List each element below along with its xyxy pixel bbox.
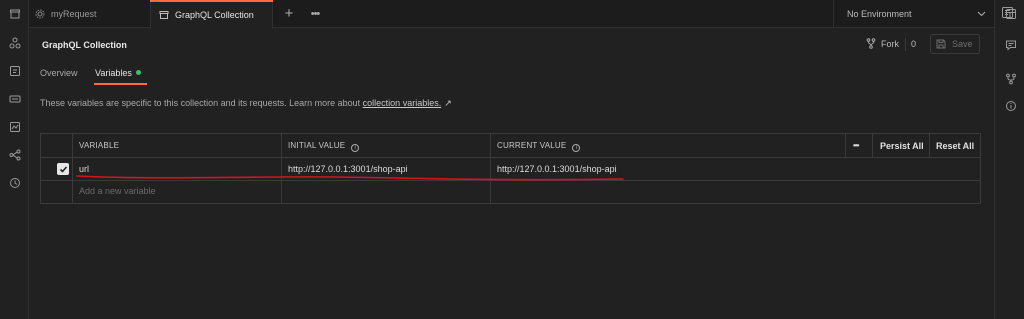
environments-icon[interactable] — [7, 63, 22, 78]
fork-label: Fork — [881, 38, 899, 49]
save-button[interactable]: Save — [930, 34, 980, 54]
mock-servers-icon[interactable] — [7, 91, 22, 106]
unsaved-indicator — [135, 70, 141, 75]
description-text: These variables are specific to this col… — [40, 98, 363, 108]
variables-description: These variables are specific to this col… — [40, 98, 452, 109]
info-icon[interactable]: i — [351, 144, 360, 152]
environment-select[interactable]: No Environment — [833, 0, 994, 28]
divider — [905, 38, 906, 51]
settings-gear-icon — [35, 9, 45, 19]
checkmark-icon — [59, 165, 67, 173]
comments-icon[interactable] — [1003, 37, 1018, 52]
new-tab-button[interactable]: + — [281, 6, 297, 22]
save-label: Save — [952, 39, 973, 49]
current-value-header-label: CURRENT VALUE — [497, 141, 567, 150]
add-variable-input[interactable]: Add a new variable — [79, 186, 156, 196]
apis-icon[interactable] — [7, 35, 22, 50]
initial-value-header: INITIAL VALUE i — [288, 141, 360, 152]
collections-icon[interactable] — [7, 6, 22, 21]
tab-my-request[interactable]: myRequest — [35, 0, 150, 28]
fork-button[interactable]: Fork — [866, 38, 899, 49]
right-sidebar — [994, 0, 1024, 319]
initial-value-header-label: INITIAL VALUE — [288, 141, 346, 150]
tab-graphql-collection[interactable]: GraphQL Collection — [150, 0, 273, 29]
fork-count: 0 — [911, 39, 917, 49]
monitors-icon[interactable] — [7, 119, 22, 134]
tab-bar: myRequest GraphQL Collection + ••• No En… — [29, 0, 994, 29]
tab-variables[interactable]: Variables — [94, 68, 147, 85]
persist-all-button[interactable]: Persist All — [880, 141, 924, 151]
info-panel-icon[interactable] — [1003, 98, 1018, 113]
variables-table: VARIABLE INITIAL VALUE i CURRENT VALUE i •… — [40, 133, 981, 204]
save-icon — [936, 39, 946, 49]
info-icon[interactable]: i — [572, 144, 581, 152]
collection-header: GraphQL Collection Fork 0 Save — [29, 28, 994, 62]
collection-icon — [159, 10, 169, 20]
variable-header: VARIABLE — [79, 141, 120, 150]
external-link-icon: ↗ — [444, 98, 452, 108]
flows-icon[interactable] — [7, 147, 22, 162]
tab-my-request-label: myRequest — [51, 9, 97, 19]
annotation-underline — [76, 175, 624, 181]
left-sidebar — [0, 0, 29, 319]
environment-quick-look-icon[interactable] — [1001, 6, 1014, 22]
chevron-down-icon — [977, 9, 986, 20]
environment-select-value: No Environment — [847, 9, 912, 19]
current-value-header: CURRENT VALUE i — [497, 141, 581, 152]
row-checkbox[interactable] — [57, 163, 69, 175]
tab-variables-label: Variables — [95, 68, 132, 78]
collection-variables-link[interactable]: collection variables. — [363, 98, 442, 108]
tab-options-button[interactable]: ••• — [307, 6, 323, 22]
page-title: GraphQL Collection — [42, 40, 127, 50]
tab-overview[interactable]: Overview — [40, 68, 78, 78]
pull-requests-icon[interactable] — [1003, 71, 1018, 86]
history-icon[interactable] — [7, 175, 22, 190]
more-options-button[interactable]: ••• — [853, 141, 859, 150]
fork-icon — [866, 38, 876, 49]
tab-graphql-collection-label: GraphQL Collection — [175, 9, 254, 20]
reset-all-button[interactable]: Reset All — [936, 141, 974, 151]
